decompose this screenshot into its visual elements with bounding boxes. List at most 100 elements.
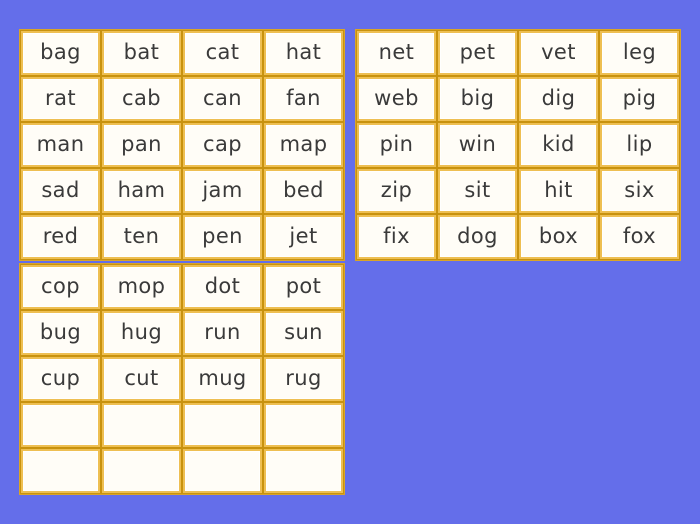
word-card[interactable]: pan (101, 122, 182, 168)
word-card-blank[interactable] (263, 402, 344, 448)
word-card[interactable]: kid (518, 122, 599, 168)
word-card[interactable]: pot (263, 264, 344, 310)
word-card-label: dog (457, 223, 498, 248)
word-card[interactable]: fan (263, 76, 344, 122)
word-card[interactable]: sit (437, 168, 518, 214)
word-card-label: jet (289, 223, 318, 248)
word-card-label: dig (541, 85, 576, 110)
word-card-label: hug (120, 319, 163, 344)
short-o-u-word-grid: cop mop dot pot bug hug run sun cup cut mug rug (19, 263, 345, 495)
word-card-label: web (374, 85, 419, 110)
word-card[interactable]: net (356, 30, 437, 76)
word-card[interactable]: dig (518, 76, 599, 122)
word-card-label: big (460, 85, 495, 110)
word-card[interactable]: hat (263, 30, 344, 76)
word-card[interactable]: box (518, 214, 599, 260)
word-card[interactable]: hug (101, 310, 182, 356)
word-card[interactable]: red (20, 214, 101, 260)
word-card-label: rat (45, 85, 76, 110)
word-card[interactable]: ham (101, 168, 182, 214)
word-card-label: pig (622, 85, 657, 110)
word-card-blank[interactable] (101, 402, 182, 448)
word-card-label: sun (284, 319, 323, 344)
word-card[interactable]: web (356, 76, 437, 122)
word-card-label: cat (205, 39, 240, 64)
word-card-label: pin (379, 131, 414, 156)
word-card[interactable]: jet (263, 214, 344, 260)
word-card[interactable]: pig (599, 76, 680, 122)
word-card[interactable]: cup (20, 356, 101, 402)
word-card[interactable]: cab (101, 76, 182, 122)
word-card[interactable]: rat (20, 76, 101, 122)
word-card-board: bag bat cat hat rat cab can fan man pan cap map sad h… (0, 0, 700, 524)
word-card[interactable]: sun (263, 310, 344, 356)
word-card[interactable]: fix (356, 214, 437, 260)
word-card[interactable]: cut (101, 356, 182, 402)
word-card-blank[interactable] (182, 402, 263, 448)
word-card-label: leg (622, 39, 657, 64)
word-card[interactable]: pet (437, 30, 518, 76)
word-card[interactable]: leg (599, 30, 680, 76)
word-card[interactable]: big (437, 76, 518, 122)
word-card-label: lip (626, 131, 653, 156)
word-card-label: six (624, 177, 655, 202)
word-card-label: zip (380, 177, 413, 202)
word-card-label: fox (622, 223, 657, 248)
word-card-label: pen (202, 223, 243, 248)
word-card-label: man (36, 131, 85, 156)
word-card-label: box (538, 223, 579, 248)
word-card[interactable]: cat (182, 30, 263, 76)
word-card[interactable]: can (182, 76, 263, 122)
word-card-label: net (378, 39, 415, 64)
word-card-blank[interactable] (101, 448, 182, 494)
word-card[interactable]: bed (263, 168, 344, 214)
word-card-blank[interactable] (20, 402, 101, 448)
word-card[interactable]: rug (263, 356, 344, 402)
word-card-label: sit (464, 177, 491, 202)
word-card[interactable]: mug (182, 356, 263, 402)
word-card[interactable]: run (182, 310, 263, 356)
word-card[interactable]: sad (20, 168, 101, 214)
word-card-label: cup (40, 365, 81, 390)
short-e-i-o-word-grid: net pet vet leg web big dig pig pin win kid lip zip s… (355, 29, 681, 261)
word-card-blank[interactable] (20, 448, 101, 494)
word-card[interactable]: ten (101, 214, 182, 260)
word-card-label: hit (544, 177, 573, 202)
word-card-label: red (42, 223, 79, 248)
word-card[interactable]: lip (599, 122, 680, 168)
word-card-label: run (204, 319, 241, 344)
word-card-blank[interactable] (182, 448, 263, 494)
word-card-label: ham (117, 177, 166, 202)
word-card[interactable]: cap (182, 122, 263, 168)
word-card-label: bug (39, 319, 82, 344)
word-card-label: bat (123, 39, 160, 64)
word-card-label: map (279, 131, 328, 156)
word-card[interactable]: pen (182, 214, 263, 260)
word-card[interactable]: map (263, 122, 344, 168)
word-card[interactable]: zip (356, 168, 437, 214)
word-card-blank[interactable] (263, 448, 344, 494)
word-card[interactable]: win (437, 122, 518, 168)
word-card-label: cop (41, 273, 80, 298)
word-card-label: vet (541, 39, 576, 64)
word-card[interactable]: man (20, 122, 101, 168)
word-card-label: hat (285, 39, 322, 64)
word-card[interactable]: fox (599, 214, 680, 260)
word-card[interactable]: vet (518, 30, 599, 76)
word-card-label: dot (204, 273, 241, 298)
word-card[interactable]: dog (437, 214, 518, 260)
word-card-label: kid (542, 131, 575, 156)
word-card[interactable]: hit (518, 168, 599, 214)
word-card[interactable]: cop (20, 264, 101, 310)
word-card[interactable]: six (599, 168, 680, 214)
word-card[interactable]: bug (20, 310, 101, 356)
word-card[interactable]: bag (20, 30, 101, 76)
word-card[interactable]: bat (101, 30, 182, 76)
word-card-label: fan (286, 85, 321, 110)
word-card[interactable]: pin (356, 122, 437, 168)
word-card-label: sad (41, 177, 80, 202)
word-card[interactable]: mop (101, 264, 182, 310)
word-card[interactable]: dot (182, 264, 263, 310)
word-card-label: mop (117, 273, 166, 298)
word-card[interactable]: jam (182, 168, 263, 214)
